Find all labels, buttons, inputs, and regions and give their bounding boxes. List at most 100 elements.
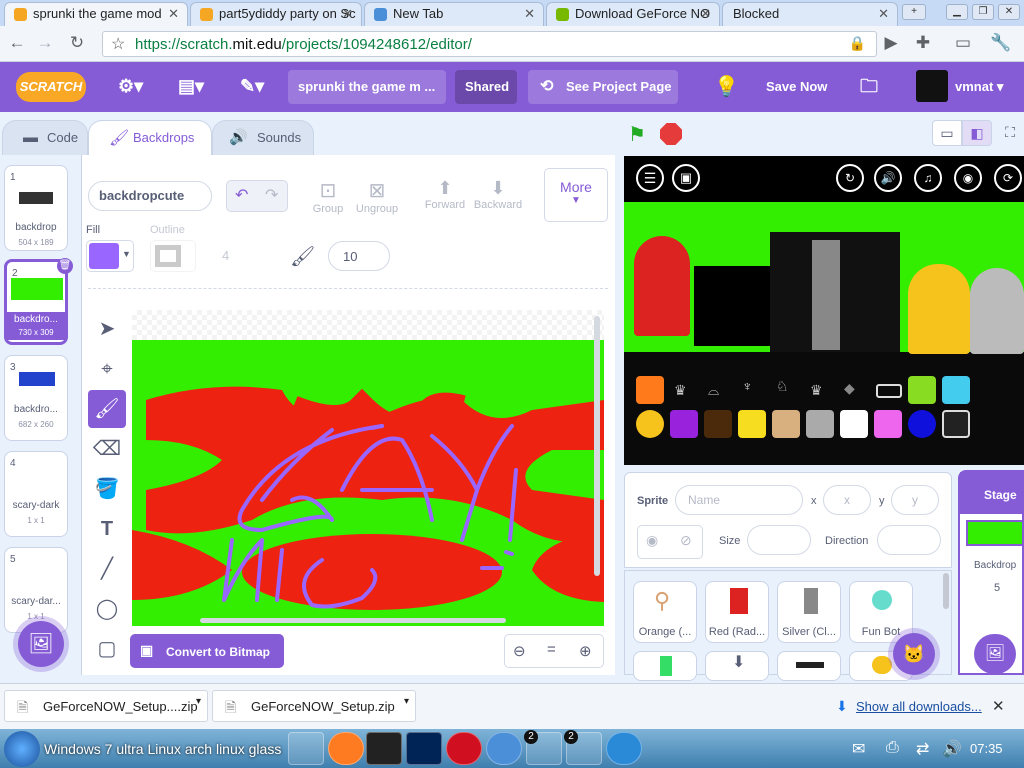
printer-icon[interactable]: ⎙ — [886, 739, 899, 757]
choose-backdrop-button[interactable]: 🖼 — [18, 621, 64, 667]
delete-backdrop-icon[interactable]: 🗑 — [57, 258, 73, 274]
purple-sound-icon[interactable] — [670, 410, 698, 438]
shared-button[interactable]: Shared — [455, 70, 517, 104]
eraser-tool-icon[interactable]: ⌫ — [88, 430, 126, 468]
download-item[interactable]: 🗎 GeForceNOW_Setup.zip ▾ — [212, 690, 416, 722]
orange-sound-icon[interactable] — [636, 376, 664, 404]
tab-backdrops[interactable]: 🖌 Backdrops — [88, 120, 212, 156]
undo-icon[interactable]: ↶ — [235, 185, 248, 205]
rectangle-tool-icon[interactable]: ▢ — [88, 630, 126, 668]
network-icon[interactable]: ⇄ — [916, 739, 929, 759]
fill-color-picker[interactable]: ▼ — [86, 240, 134, 272]
reset-icon[interactable]: ↻ — [836, 164, 864, 192]
forward-arrow-icon[interactable]: → — [34, 32, 56, 54]
backward-button[interactable]: ⬇ Backward — [472, 178, 524, 211]
maximize-window-icon[interactable]: ❐ — [972, 4, 994, 20]
blue-sound-icon[interactable] — [908, 410, 936, 438]
close-icon[interactable]: ✕ — [992, 697, 1005, 715]
hide-eye-icon[interactable]: ⊘ — [680, 532, 692, 549]
show-all-downloads-link[interactable]: Show all downloads... — [856, 699, 982, 714]
outline-width-value[interactable]: 4 — [222, 248, 229, 263]
minimize-window-icon[interactable]: ▁ — [946, 4, 968, 20]
small-stage-icon[interactable]: ▭ — [932, 120, 962, 146]
browser-tab-sprunki[interactable]: sprunki the game mod ✕ — [4, 2, 188, 26]
antenna-icon[interactable]: ♆ — [742, 378, 766, 400]
choose-sprite-button[interactable]: 🐱 — [893, 633, 935, 675]
show-eye-icon[interactable]: ◉ — [646, 532, 658, 549]
hat-icon[interactable]: ⌓ — [708, 382, 732, 400]
visor-icon[interactable] — [876, 384, 902, 398]
menu-icon[interactable]: ☰ — [636, 164, 664, 192]
close-tab-icon[interactable]: ✕ — [168, 6, 179, 22]
select-tool-icon[interactable]: ➤ — [88, 310, 126, 348]
cyan-sound-icon[interactable] — [942, 376, 970, 404]
crown-icon[interactable]: ♛ — [674, 382, 698, 400]
size-input[interactable] — [747, 525, 811, 555]
convert-to-bitmap-button[interactable]: ▣ Convert to Bitmap — [130, 634, 284, 668]
brush-tool-icon[interactable]: 🖌 — [88, 390, 126, 428]
extensions-puzzle-icon[interactable]: ✚ — [912, 32, 934, 54]
fullscreen-icon[interactable]: ⛶ — [996, 120, 1024, 146]
direction-input[interactable] — [877, 525, 941, 555]
redo-icon[interactable]: ↷ — [265, 185, 278, 205]
forward-button[interactable]: ⬆ Forward — [420, 178, 470, 211]
reload-icon[interactable]: ↻ — [66, 32, 88, 54]
tan-sound-icon[interactable] — [772, 410, 800, 438]
yellow-sound-icon[interactable] — [738, 410, 766, 438]
edit-pencil-icon[interactable]: ✎▾ — [240, 76, 264, 97]
browser-tab-geforce[interactable]: Download GeForce NO ✕ — [546, 2, 720, 26]
lock-icon[interactable]: 🔒 — [849, 35, 866, 52]
zoom-in-icon[interactable]: ⊕ — [579, 642, 592, 660]
stage-target-panel[interactable]: Stage Backdrop 5 🖼 — [958, 470, 1024, 675]
terminal-icon[interactable] — [366, 732, 402, 765]
tree-sound-icon[interactable] — [704, 410, 732, 438]
sprite-list-scrollbar[interactable] — [943, 573, 949, 609]
username[interactable]: vmnat ▾ — [955, 79, 1003, 95]
download-item[interactable]: 🗎 GeForceNOW_Setup....zip ▾ — [4, 690, 208, 722]
more-button[interactable]: More ▼ — [544, 168, 608, 222]
zoom-reset-icon[interactable]: = — [547, 641, 556, 658]
sprite-tile[interactable]: Fun Bot — [849, 581, 913, 643]
page-menu-icon[interactable]: ▭ — [952, 32, 974, 54]
robot-icon[interactable]: ♘ — [776, 378, 800, 400]
circle-tool-icon[interactable]: ◯ — [88, 590, 126, 628]
volume-icon[interactable]: 🔊 — [942, 739, 962, 759]
tab-code[interactable]: ▬ Code — [2, 120, 88, 156]
see-project-page-button[interactable]: ⟲ See Project Page — [528, 70, 678, 104]
chrome-icon[interactable] — [486, 732, 522, 765]
my-stuff-folder-icon[interactable]: 🗀 — [860, 74, 878, 104]
choose-backdrop-stage-button[interactable]: 🖼 — [974, 634, 1016, 674]
backdrop-item[interactable]: 1 backdrop 504 x 189 — [4, 165, 68, 251]
refresh-icon[interactable]: ⟳ — [994, 164, 1022, 192]
browser-tab-party[interactable]: part5ydiddy party on Sc ✕ — [190, 2, 362, 26]
bookmark-star-icon[interactable]: ☆ — [111, 34, 125, 54]
close-tab-icon[interactable]: ✕ — [700, 6, 711, 22]
opera-icon[interactable] — [446, 732, 482, 765]
notification-icon[interactable]: ✉ — [852, 739, 865, 759]
sprite-tile[interactable]: ⬇ — [705, 651, 769, 681]
envelope-sound-icon[interactable] — [840, 410, 868, 438]
save-now-button[interactable]: Save Now — [766, 79, 827, 94]
start-orb-icon[interactable] — [4, 731, 40, 767]
back-arrow-icon[interactable]: ← — [6, 32, 28, 54]
brush-size-input[interactable]: 10 — [328, 241, 390, 271]
gallery-icon[interactable]: ▣ — [672, 164, 700, 192]
cast-play-icon[interactable]: ▶ — [880, 32, 902, 54]
chevron-down-icon[interactable]: ▾ — [196, 696, 201, 707]
wrench-menu-icon[interactable]: 🔧 — [990, 32, 1012, 54]
green-sound-icon[interactable] — [908, 376, 936, 404]
close-tab-icon[interactable]: ✕ — [878, 6, 889, 22]
pink-sound-icon[interactable] — [874, 410, 902, 438]
project-title-input[interactable]: sprunki the game m ... — [288, 70, 446, 104]
sprite-tile[interactable]: ⚲ Orange (... — [633, 581, 697, 643]
sprite-tile[interactable] — [633, 651, 697, 681]
costume-name-input[interactable]: backdropcute — [88, 181, 212, 211]
x-input[interactable]: x — [823, 485, 871, 515]
sun-sound-icon[interactable] — [636, 410, 664, 438]
sprite-tile[interactable]: Silver (Cl... — [777, 581, 841, 643]
browser-globe-icon[interactable] — [606, 732, 642, 765]
close-tab-icon[interactable]: ✕ — [524, 6, 535, 22]
powershell-icon[interactable] — [406, 732, 442, 765]
backdrop-item[interactable]: 4 scary-dark 1 x 1 — [4, 451, 68, 537]
tv-sound-icon[interactable] — [806, 410, 834, 438]
